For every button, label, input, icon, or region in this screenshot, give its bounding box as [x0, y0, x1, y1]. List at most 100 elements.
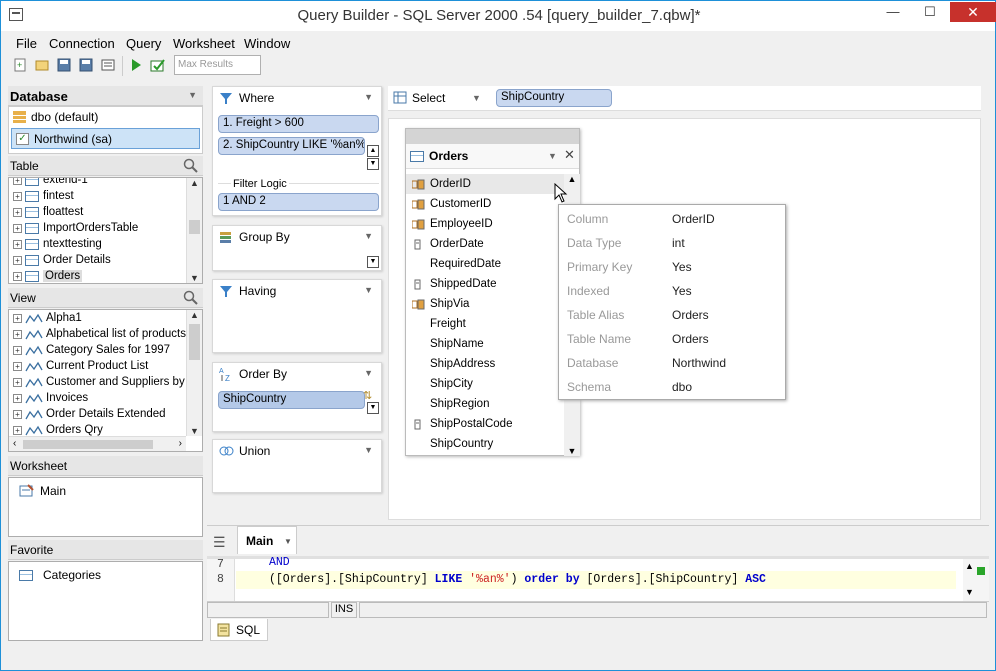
view-scrollbar[interactable]: ▲ ▼ — [186, 310, 202, 436]
expand-icon[interactable]: + — [13, 223, 22, 233]
select-column[interactable]: ShipCountry — [496, 89, 612, 107]
search-icon[interactable] — [183, 158, 199, 174]
favorite-item[interactable]: Categories — [9, 566, 202, 584]
view-item[interactable]: + Alpha1 — [13, 310, 188, 326]
table-card-grip[interactable] — [406, 129, 579, 144]
expand-icon[interactable]: + — [13, 313, 22, 323]
chevron-down-icon[interactable]: ▼ — [364, 285, 373, 295]
scroll-right-icon[interactable]: › — [179, 438, 182, 449]
column-row[interactable]: ShipAddress — [406, 354, 564, 374]
table-item[interactable]: + fintest — [13, 188, 188, 204]
view-item[interactable]: + Order Details Extended — [13, 406, 188, 422]
minimize-button[interactable]: — — [876, 2, 910, 22]
move-up-icon[interactable]: ▲ — [367, 145, 379, 157]
column-row[interactable]: ShippedDate — [406, 274, 564, 294]
menu-lines-icon[interactable]: ☰ — [213, 534, 226, 551]
search-icon[interactable] — [183, 290, 199, 306]
expand-icon[interactable]: + — [13, 255, 22, 265]
sql-editor[interactable]: 7 AND 8 ([Orders].[ShipCountry] LIKE '%a… — [207, 556, 989, 601]
column-row[interactable]: ShipPostalCode — [406, 414, 564, 434]
chevron-down-icon[interactable]: ▼ — [548, 151, 557, 161]
expand-icon[interactable]: + — [13, 409, 22, 419]
view-item[interactable]: + Customer and Suppliers by C — [13, 374, 188, 390]
chevron-down-icon[interactable]: ▼ — [364, 445, 373, 455]
view-hscrollbar[interactable]: ‹ › — [9, 436, 186, 451]
table-scrollbar[interactable]: ▲ ▼ — [186, 178, 202, 283]
table-item[interactable]: + floattest — [13, 204, 188, 220]
expand-icon[interactable]: + — [13, 393, 22, 403]
new-icon[interactable]: + — [12, 57, 30, 75]
save-icon[interactable] — [56, 57, 74, 75]
where-condition[interactable]: 1. Freight > 600 — [218, 115, 379, 133]
menu-query[interactable]: Query — [126, 36, 161, 51]
table-item[interactable]: + Orders — [13, 268, 188, 283]
expand-icon[interactable]: + — [13, 377, 22, 387]
editor-scrollbar[interactable]: ▲ ▼ — [963, 559, 989, 601]
menu-file[interactable]: File — [16, 36, 37, 51]
orders-table-card[interactable]: Orders ▼ ✕ OrderID CustomerID EmployeeID Or… — [405, 128, 580, 456]
worksheet-item[interactable]: Main — [9, 482, 202, 500]
move-down-icon[interactable]: ▼ — [367, 158, 379, 170]
filter-logic-value[interactable]: 1 AND 2 — [218, 193, 379, 211]
close-button[interactable]: ✕ — [950, 2, 996, 22]
expand-icon[interactable]: + — [13, 271, 22, 281]
column-row[interactable]: ShipCountry — [406, 434, 564, 454]
column-row[interactable]: ShipCity — [406, 374, 564, 394]
chevron-down-icon[interactable]: ▼ — [364, 368, 373, 378]
view-item[interactable]: + Category Sales for 1997 — [13, 342, 188, 358]
move-down-icon[interactable]: ▼ — [367, 402, 379, 414]
scroll-down-icon[interactable]: ▼ — [187, 426, 202, 436]
scroll-left-icon[interactable]: ‹ — [13, 438, 16, 449]
column-row[interactable]: ShipVia — [406, 294, 564, 314]
menu-worksheet[interactable]: Worksheet — [173, 36, 235, 51]
sort-direction-icon[interactable]: ⇅ — [363, 389, 372, 402]
save-all-icon[interactable] — [78, 57, 96, 75]
database-item[interactable]: dbo (default) — [9, 107, 202, 127]
tab-sql[interactable]: SQL — [210, 619, 268, 641]
table-item[interactable]: + extend-1 — [13, 178, 188, 188]
tab-main[interactable]: Main ▼ — [237, 526, 297, 554]
run-icon[interactable] — [128, 57, 146, 75]
expand-icon[interactable]: + — [13, 361, 22, 371]
scroll-up-icon[interactable]: ▲ — [187, 178, 202, 188]
scroll-down-icon[interactable]: ▼ — [187, 273, 202, 283]
properties-icon[interactable] — [100, 57, 118, 75]
chevron-down-icon[interactable]: ▼ — [472, 93, 481, 103]
expand-icon[interactable]: + — [13, 329, 22, 339]
scroll-up-icon[interactable]: ▲ — [965, 561, 974, 571]
scroll-up-icon[interactable]: ▲ — [187, 310, 202, 320]
max-results-input[interactable]: Max Results — [174, 55, 261, 75]
column-row[interactable]: ShipRegion — [406, 394, 564, 414]
expand-icon[interactable]: + — [13, 178, 22, 185]
column-row[interactable]: ShipName — [406, 334, 564, 354]
maximize-button[interactable]: ☐ — [913, 2, 947, 22]
open-icon[interactable] — [34, 57, 52, 75]
scroll-down-icon[interactable]: ▼ — [564, 446, 580, 456]
where-condition[interactable]: 2. ShipCountry LIKE '%an%' — [218, 137, 365, 155]
column-row[interactable]: CustomerID — [406, 194, 564, 214]
scroll-thumb[interactable] — [23, 440, 153, 449]
table-item[interactable]: + Order Details — [13, 252, 188, 268]
expand-icon[interactable]: + — [13, 191, 22, 201]
table-item[interactable]: + ImportOrdersTable — [13, 220, 188, 236]
database-item-selected[interactable]: ✓ Northwind (sa) — [11, 128, 200, 149]
chevron-down-icon[interactable]: ▼ — [284, 537, 292, 546]
view-item[interactable]: + Invoices — [13, 390, 188, 406]
scroll-thumb[interactable] — [189, 324, 200, 360]
close-icon[interactable]: ✕ — [564, 147, 575, 163]
view-item[interactable]: + Current Product List — [13, 358, 188, 374]
expand-icon[interactable]: + — [13, 345, 22, 355]
chevron-down-icon[interactable]: ▼ — [364, 231, 373, 241]
table-item[interactable]: + ntexttesting — [13, 236, 188, 252]
expand-icon[interactable]: + — [13, 207, 22, 217]
column-row[interactable]: OrderID — [406, 174, 564, 194]
column-row[interactable]: Freight — [406, 314, 564, 334]
expand-icon[interactable]: + — [13, 239, 22, 249]
move-down-icon[interactable]: ▼ — [367, 256, 379, 268]
scroll-thumb[interactable] — [189, 220, 200, 234]
chevron-down-icon[interactable]: ▼ — [188, 90, 197, 100]
chevron-down-icon[interactable]: ▼ — [364, 92, 373, 102]
menu-connection[interactable]: Connection — [49, 36, 115, 51]
column-row[interactable]: RequiredDate — [406, 254, 564, 274]
menu-window[interactable]: Window — [244, 36, 290, 51]
